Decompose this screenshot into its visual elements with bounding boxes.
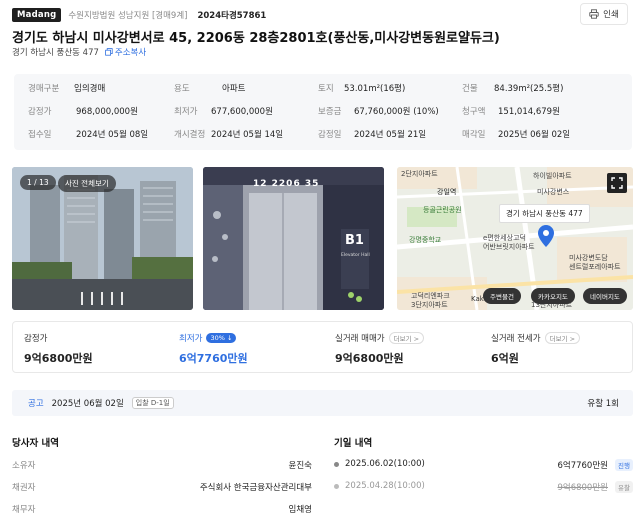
history-row: 2025.04.28(10:00) 9억6800만원 유찰: [334, 481, 633, 495]
info-cell: 감정가 968,000,000원: [28, 107, 138, 117]
copy-icon: [105, 48, 113, 56]
price-summary: 감정가 9억6800만원 최저가 30% ↓ 6억7760만원 실거래 매매가 더보…: [12, 321, 633, 373]
minimum-price: 최저가 30% ↓ 6억7760만원: [179, 333, 248, 365]
fail-count: 유찰 1회: [587, 399, 619, 409]
rent-more-button[interactable]: 더보기 >: [544, 332, 581, 344]
info-cell: 건물 84.39m²(25.5평): [462, 84, 564, 94]
parties-title: 당사자 내역: [12, 438, 60, 449]
map-label: 강명중학교: [409, 236, 442, 244]
map-address-bubble: 경기 하남시 풍산동 477: [499, 204, 590, 223]
expand-icon: [611, 177, 623, 189]
info-cell: 개시결정 2024년 05월 14일: [174, 130, 284, 140]
case-number: 2024타경57861: [197, 11, 267, 21]
map-label: 등골근린공원: [423, 206, 462, 214]
notice-bar: 공고 2025년 06월 02일 입찰 D-1일 유찰 1회: [12, 390, 633, 416]
info-cell: 매각일 2025년 06월 02일: [462, 130, 571, 140]
floor-sign: B1: [345, 233, 364, 248]
property-photo-exterior[interactable]: 1 / 13 사진 전체보기: [12, 167, 193, 310]
info-table: 경매구분 임의경매 용도 아파트 토지 53.01m²(16평) 건물 84.39m²(…: [14, 74, 632, 150]
appraisal-price: 감정가 9억6800만원: [24, 334, 93, 365]
brand-logo: Madang: [12, 8, 62, 22]
dday-badge: 입찰 D-1일: [131, 397, 174, 409]
map-pin-icon: [538, 225, 554, 247]
printer-icon: [589, 9, 599, 19]
map-label: 어반브릿지아파트: [483, 243, 535, 251]
status-badge: 유찰: [615, 481, 633, 493]
sale-more-button[interactable]: 더보기 >: [388, 332, 425, 344]
address-row: 경기 하남시 풍산동 477 주소복사: [12, 46, 146, 58]
map-label: 2단지아파트: [401, 170, 438, 178]
info-cell: 보증금 67,760,000원 (10%): [318, 107, 439, 117]
info-cell: 감정일 2024년 05월 21일: [318, 130, 427, 140]
nearby-items-button[interactable]: 주변물건: [483, 288, 521, 304]
print-label: 인쇄: [603, 10, 619, 20]
info-cell: 용도 아파트: [174, 84, 246, 94]
court-name: 수원지방법원 성남지원 [경매9계]: [68, 11, 188, 21]
kakao-map-button[interactable]: 카카오지도: [531, 288, 575, 304]
copy-address-link[interactable]: 주소복사: [105, 46, 146, 58]
discount-badge: 30% ↓: [206, 333, 237, 343]
sale-price: 실거래 매매가 더보기 > 9억6800만원: [335, 332, 425, 366]
map-label: 3단지아파트: [411, 301, 448, 309]
info-cell: 경매구분 임의경매: [28, 84, 106, 94]
party-row: 채무자 임채영: [12, 505, 312, 515]
notice-date: 2025년 06월 02일: [51, 399, 124, 409]
copy-address-label: 주소복사: [114, 48, 147, 58]
info-cell: 최저가 677,600,000원: [174, 107, 273, 117]
top-bar: Madang 수원지방법원 성남지원 [경매9계] 2024타경57861 인쇄: [12, 3, 628, 25]
history-title: 기일 내역: [334, 438, 373, 449]
view-all-photos-button[interactable]: 사진 전체보기: [58, 175, 116, 192]
party-row: 채권자 주식회사 한국금융자산관리대부: [12, 483, 312, 493]
page-title: 경기도 하남시 미사강변서로 45, 2206동 28층2801호(풍산동,미사…: [12, 31, 500, 46]
map-label: 하이빌아파트: [533, 172, 572, 180]
rent-price: 실거래 전세가 더보기 > 6억원: [491, 332, 581, 366]
map-label: 강일역: [437, 188, 457, 196]
status-badge: 진행: [615, 459, 633, 471]
elevator-hall-sign: Elevator Hall: [341, 253, 370, 258]
property-photo-elevator[interactable]: 12 2206 35 B1 Elevator Hall: [203, 167, 384, 310]
info-cell: 접수일 2024년 05월 08일: [28, 130, 149, 140]
photo-counter: 1 / 13: [20, 175, 56, 190]
print-button[interactable]: 인쇄: [580, 3, 628, 25]
building-sign: 12 2206 35: [253, 179, 320, 189]
location-map[interactable]: 2단지아파트 하이빌아파트 강일역 미사강변스 등골근린공원 강명중학교 e편한…: [397, 167, 633, 310]
info-cell: 청구액 151,014,679원: [462, 107, 560, 117]
map-fullscreen-button[interactable]: [607, 173, 627, 193]
info-cell: 토지 53.01m²(16평): [318, 84, 406, 94]
history-row: 2025.06.02(10:00) 6억7760만원 진행: [334, 459, 633, 473]
map-label: 센트럴포레아파트: [569, 263, 621, 271]
notice-label: 공고: [28, 399, 44, 409]
short-address: 경기 하남시 풍산동 477: [12, 48, 99, 58]
map-label: 미사강변스: [537, 188, 570, 196]
naver-map-button[interactable]: 네이버지도: [583, 288, 627, 304]
party-row: 소유자 윤진숙: [12, 461, 312, 471]
